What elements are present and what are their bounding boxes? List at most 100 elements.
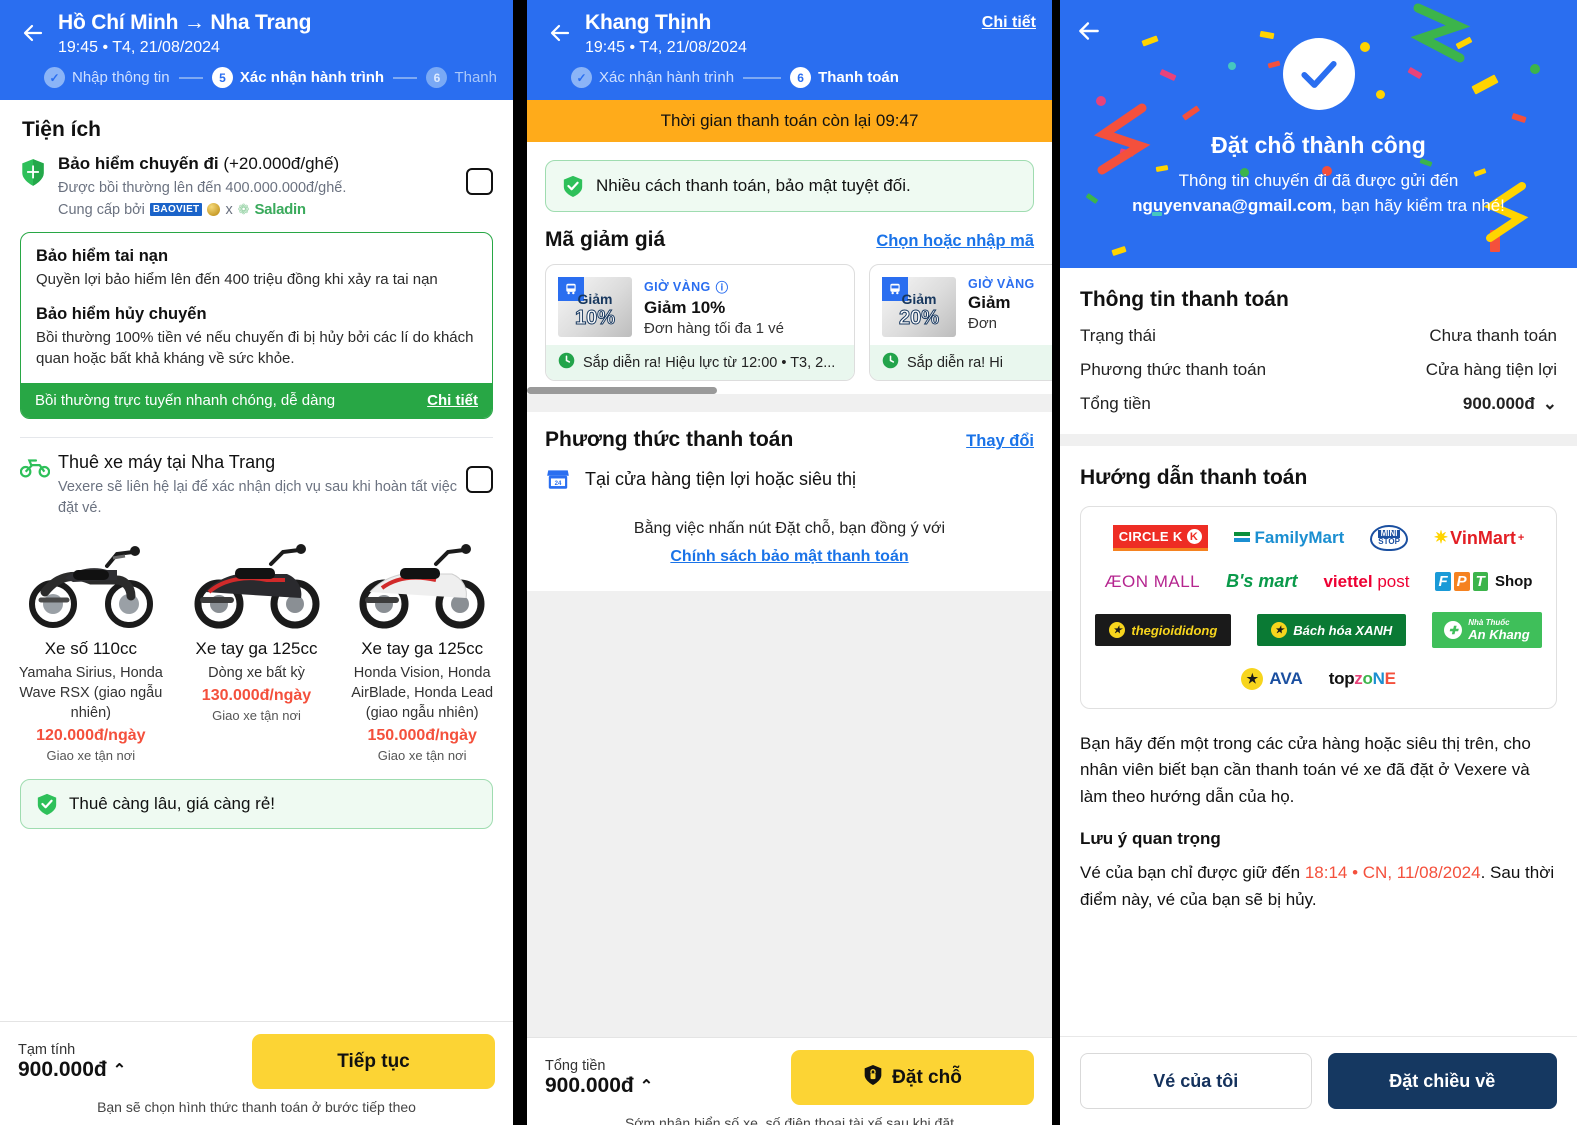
bike-option[interactable]: Xe tay ga 125cc Dòng xe bất kỳ 130.000đ/… (174, 525, 340, 763)
terms-agreement: Bằng việc nhấn nút Đặt chỗ, bạn đồng ý v… (527, 492, 1052, 569)
bike-desc: Dòng xe bất kỳ (208, 665, 305, 682)
voucher-tag-text: GIỜ VÀNG (968, 277, 1035, 292)
shield-icon (20, 154, 54, 193)
voucher-title: Giảm 10% (644, 298, 726, 318)
bike-rental-row[interactable]: Thuê xe máy tại Nha Trang Vexere sẽ liên… (0, 438, 513, 519)
viettel-post-logo: viettel post (1323, 571, 1410, 591)
clock-icon (558, 352, 575, 373)
rental-tip-banner: Thuê càng lâu, giá càng rẻ! (20, 779, 493, 830)
security-notice: Nhiều cách thanh toán, bảo mật tuyệt đối… (545, 160, 1034, 213)
trip-detail-link[interactable]: Chi tiết (982, 14, 1036, 32)
step-item-2[interactable]: 6 Thanh toán (790, 67, 899, 89)
voucher-section-head: Mã giảm giá Chọn hoặc nhập mã (527, 212, 1052, 252)
stepper: ✓ Xác nhận hành trình 6 Thanh toán (543, 67, 1036, 89)
check-shield-icon (562, 175, 584, 198)
back-button[interactable] (1076, 18, 1102, 49)
bike-note: Giao xe tận nơi (46, 748, 136, 764)
bike-price: 130.000đ/ngày (201, 687, 312, 705)
book-seat-button[interactable]: Đặt chỗ (791, 1050, 1034, 1106)
bike-name: Xe tay ga 125cc (361, 639, 484, 659)
book-return-trip-button[interactable]: Đặt chiều về (1327, 1053, 1557, 1109)
subtotal-amount-row[interactable]: 900.000đ ⌃ (18, 1058, 126, 1082)
voucher-thumb-bottom: 10% (574, 307, 616, 330)
payment-info-title: Thông tin thanh toán (1080, 288, 1289, 311)
choose-voucher-link[interactable]: Chọn hoặc nhập mã (876, 232, 1034, 251)
step-label: Thanh (454, 69, 497, 87)
voucher-title: Giảm (968, 293, 1011, 313)
info-icon[interactable]: ⓘ (716, 277, 729, 296)
my-tickets-button[interactable]: Vé của tôi (1080, 1053, 1312, 1109)
insurance-option-row[interactable]: Bảo hiểm chuyến đi (+20.000đ/ghế) Được b… (0, 148, 513, 218)
aeon-mall-logo: ÆON MALL (1104, 571, 1201, 591)
familymart-text: FamilyMart (1254, 528, 1345, 547)
voucher-scrollbar[interactable] (527, 387, 1052, 395)
step-item-1[interactable]: ✓ Nhập thông tin (44, 67, 170, 89)
info-row-total[interactable]: Tổng tiền 900.000đ ⌄ (1080, 394, 1557, 414)
bike-option[interactable]: Xe tay ga 125cc Honda Vision, Honda AirB… (339, 525, 505, 763)
bike-desc: Honda Vision, Honda AirBlade, Honda Lead… (351, 665, 494, 722)
step-check-icon: ✓ (44, 67, 65, 89)
terms-text: Bằng việc nhấn nút Đặt chỗ, bạn đồng ý v… (633, 520, 946, 538)
privacy-policy-link[interactable]: Chính sách bảo mật thanh toán (545, 544, 1034, 570)
lock-shield-icon (863, 1064, 883, 1092)
trip-route-title: Hồ Chí Minh → Nha Trang (58, 11, 312, 34)
step-item-2[interactable]: 5 Xác nhận hành trình (211, 67, 384, 89)
saladin-leaf-icon: ❁ (237, 201, 250, 218)
screen-separator (1052, 0, 1060, 1125)
screen-payment: Khang Thịnh 19:45 • T4, 21/08/2024 Chi t… (527, 0, 1052, 1125)
benefit-2-title: Bảo hiểm hủy chuyến (36, 304, 207, 323)
success-email: nguyenvana@gmail.com (1132, 195, 1332, 215)
total-amount: 900.000đ (1462, 394, 1535, 413)
payment-countdown-banner: Thời gian thanh toán còn lại 09:47 (527, 100, 1052, 143)
voucher-list[interactable]: Giảm 10% GIỜ VÀNG ⓘ Giảm 10% Đơn hàng tố… (527, 252, 1052, 382)
store-logos-box: CIRCLE KK FamilyMart MINI STOP ✷ VinMart + … (1080, 506, 1557, 709)
continue-button[interactable]: Tiếp tục (252, 1034, 495, 1090)
voucher-footer: Sắp diễn ra! Hi (870, 345, 1052, 381)
payment-section-title: Phương thức thanh toán (545, 428, 794, 452)
chevron-down-icon[interactable]: ⌄ (1543, 394, 1557, 414)
voucher-footer-text: Sắp diễn ra! Hi (907, 354, 1003, 371)
bike-rental-checkbox[interactable] (466, 466, 493, 494)
voucher-thumb-top: Giảm (901, 291, 937, 308)
insurance-checkbox[interactable] (466, 168, 493, 196)
bike-rental-title: Thuê xe máy tại Nha Trang (58, 452, 276, 473)
bike-photo-125cc-black (180, 525, 334, 635)
bach-hoa-xanh-logo: ★ Bách hóa XANH (1257, 614, 1407, 646)
benefits-footer-text: Bồi thường trực tuyến nhanh chóng, dễ dà… (35, 392, 336, 410)
change-payment-link[interactable]: Thay đổi (966, 432, 1034, 451)
voucher-footer-text: Sắp diễn ra! Hiệu lực từ 12:00 • T3, 2..… (583, 354, 836, 371)
provider-separator: x (225, 201, 233, 218)
benefits-detail-link[interactable]: Chi tiết (427, 392, 478, 409)
step-label: Xác nhận hành trình (599, 69, 735, 87)
panel2-body: Nhiều cách thanh toán, bảo mật tuyệt đối… (527, 160, 1052, 1125)
trip-datetime: 19:45 • T4, 21/08/2024 (58, 39, 220, 57)
ava-logo: ★ AVA (1241, 668, 1303, 690)
back-button[interactable] (16, 16, 50, 50)
bhx-text: Bách hóa XANH (1293, 622, 1393, 638)
step-item-1[interactable]: ✓ Xác nhận hành trình (571, 67, 735, 89)
benefit-1-title: Bảo hiểm tai nạn (36, 247, 169, 266)
logo-row: CIRCLE KK FamilyMart MINI STOP ✷ VinMart + (1093, 525, 1544, 551)
voucher-card[interactable]: Giảm 10% GIỜ VÀNG ⓘ Giảm 10% Đơn hàng tố… (545, 264, 855, 382)
bike-option[interactable]: Xe số 110cc Yamaha Sirius, Honda Wave RS… (8, 525, 174, 763)
guide-title: Hướng dẫn thanh toán (1080, 466, 1308, 489)
voucher-section-title: Mã giảm giá (545, 228, 666, 252)
back-button[interactable] (543, 16, 577, 50)
success-hero: Đặt chỗ thành công Thông tin chuyến đi đ… (1060, 0, 1577, 268)
bike-price: 150.000đ/ngày (367, 727, 477, 745)
step-connector (393, 76, 418, 79)
step-check-icon: ✓ (571, 67, 592, 89)
voucher-card[interactable]: Giảm 20% GIỜ VÀNG Giảm Đơn Sắp diễn ra! … (869, 264, 1052, 382)
voucher-footer: Sắp diễn ra! Hiệu lực từ 12:00 • T3, 2..… (546, 345, 854, 381)
step-connector (178, 76, 203, 79)
important-note-body: Vé của bạn chỉ được giữ đến 18:14 • CN, … (1080, 860, 1557, 913)
screen-success: Đặt chỗ thành công Thông tin chuyến đi đ… (1060, 0, 1577, 1125)
panel2-bottom-bar: Tổng tiền 900.000đ ⌃ Đặt chỗ Sớm nhận bi… (527, 1037, 1052, 1125)
success-title: Đặt chỗ thành công (1211, 132, 1426, 158)
selected-payment-method[interactable]: 24 Tại cửa hàng tiện lợi hoặc siêu thị (527, 452, 1052, 492)
total-amount-row[interactable]: 900.000đ ⌃ (545, 1074, 653, 1098)
circle-k-logo: CIRCLE KK (1112, 525, 1208, 551)
step-item-3[interactable]: 6 Thanh (426, 67, 497, 89)
bike-desc: Yamaha Sirius, Honda Wave RSX (giao ngẫu… (18, 665, 163, 722)
info-key: Phương thức thanh toán (1080, 360, 1267, 379)
